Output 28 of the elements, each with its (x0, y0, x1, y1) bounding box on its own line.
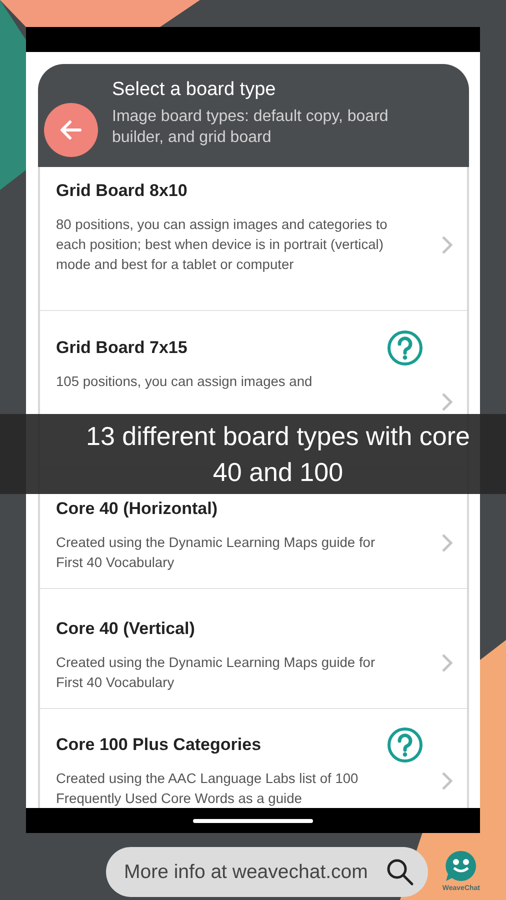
search-text: More info at weavechat.com (124, 860, 368, 884)
search-pill[interactable]: More info at weavechat.com (106, 847, 428, 897)
chevron-right-icon (441, 770, 453, 790)
screen-title: Select a board type (112, 78, 277, 102)
board-type-description: Created using the AAC Language Labs list of 100 Frequently Used Core Words as a guide (56, 770, 360, 808)
chat-bubble-logo-icon (444, 848, 478, 882)
chevron-right-icon (441, 532, 453, 552)
help-icon[interactable] (387, 727, 423, 763)
home-indicator[interactable] (193, 818, 313, 822)
search-icon (386, 858, 414, 886)
board-type-description: 105 positions, you can assign images and (56, 373, 314, 391)
board-type-title: Core 100 Plus Categories (56, 735, 262, 755)
board-type-title: Core 40 (Vertical) (56, 619, 195, 639)
board-type-description: Created using the Dynamic Learning Maps guide for First 40 Vocabulary (56, 534, 376, 572)
board-type-item[interactable]: Grid Board 8x10 80 positions, you can assign images and categories to each position; best when device is in portrait (vertical) mode and best for a tablet or computer (40, 167, 467, 311)
help-icon[interactable] (387, 330, 423, 366)
back-button[interactable] (44, 103, 98, 157)
chevron-right-icon (441, 392, 453, 412)
screen-subtitle: Image board types: default copy, board builder, and grid board (112, 107, 390, 148)
board-type-title: Grid Board 7x15 (56, 338, 188, 358)
board-type-description: Created using the Dynamic Learning Maps guide for First 40 Vocabulary (56, 654, 376, 692)
back-arrow-icon (60, 120, 82, 140)
chevron-right-icon (441, 234, 453, 254)
board-type-description: 80 positions, you can assign images and categories to each position; best when device is in portrait (vertical) mode and best for a tablet or computer (56, 216, 388, 274)
board-type-item[interactable]: Core 40 (Vertical) Created using the Dynamic Learning Maps guide for First 40 Vocabulary (40, 589, 467, 709)
chevron-right-icon (441, 652, 453, 672)
board-type-title: Grid Board 8x10 (56, 181, 188, 201)
board-type-title: Core 40 (Horizontal) (56, 499, 218, 519)
